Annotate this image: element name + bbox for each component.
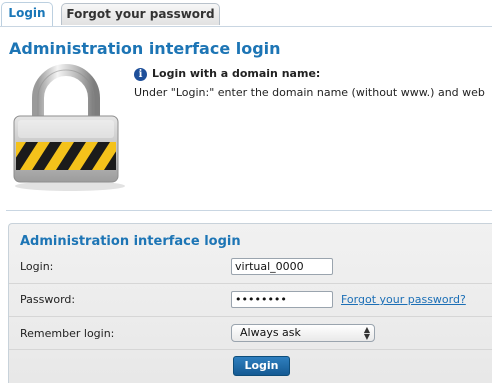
- password-label: Password:: [20, 293, 76, 306]
- remember-login-select[interactable]: Always ask ▲ ▼: [231, 324, 375, 342]
- padlock-icon: [13, 64, 125, 191]
- forgot-password-link[interactable]: Forgot your password?: [341, 293, 466, 306]
- row-separator: [9, 283, 492, 284]
- info-title: Login with a domain name:: [152, 67, 321, 80]
- panel-title: Administration interface login: [20, 234, 241, 249]
- info-icon: i: [134, 68, 147, 81]
- row-separator: [9, 349, 492, 350]
- login-input[interactable]: virtual_0000: [231, 258, 333, 275]
- tab-bar: Login Forgot your password: [0, 0, 492, 27]
- info-text: Under "Login:" enter the domain name (wi…: [134, 86, 485, 99]
- login-label: Login:: [20, 260, 54, 273]
- select-arrows-icon: ▲ ▼: [363, 325, 370, 341]
- tab-login[interactable]: Login: [1, 2, 53, 26]
- divider: [6, 210, 492, 211]
- remember-login-value: Always ask: [240, 326, 301, 339]
- login-panel: Administration interface login Login: vi…: [8, 223, 492, 383]
- row-separator: [9, 316, 492, 317]
- login-button[interactable]: Login: [233, 356, 290, 376]
- password-input[interactable]: ••••••••: [231, 291, 333, 308]
- tab-forgot-password[interactable]: Forgot your password: [61, 3, 220, 25]
- page-title: Administration interface login: [9, 39, 281, 58]
- remember-login-label: Remember login:: [20, 327, 115, 340]
